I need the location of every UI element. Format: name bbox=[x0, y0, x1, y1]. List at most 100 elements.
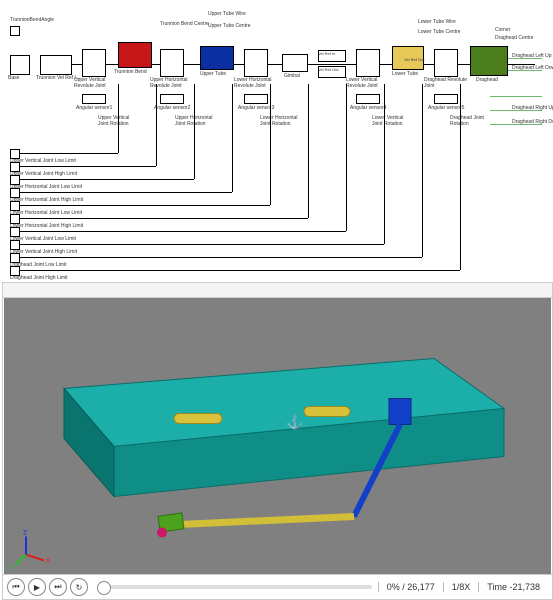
block-trunnion-vel[interactable] bbox=[40, 55, 72, 75]
input-port[interactable]: Lower Horizontal Joint Low Limit bbox=[10, 211, 82, 217]
wire bbox=[232, 84, 233, 192]
slider-knob[interactable] bbox=[97, 581, 111, 595]
label-velrefin: Vel Ref In bbox=[318, 52, 335, 56]
loop-button[interactable]: ↻ bbox=[70, 578, 88, 596]
block-gimbal[interactable] bbox=[282, 54, 308, 72]
frame-readout: 0% / 26,177 bbox=[378, 582, 443, 592]
frame-slider[interactable] bbox=[97, 585, 372, 589]
svg-text:z: z bbox=[23, 528, 27, 537]
label-upper-tube: Upper Tube bbox=[200, 72, 226, 78]
label-lt-wire: Lower Tube Wire bbox=[418, 20, 456, 26]
block-draghead-joint[interactable] bbox=[434, 49, 458, 77]
viewer-toolbar[interactable] bbox=[3, 283, 552, 298]
input-port[interactable]: Lower Horizontal Joint High Limit bbox=[10, 224, 83, 230]
wire bbox=[308, 84, 309, 218]
label-velrefout: Vel Ref Out bbox=[318, 68, 338, 72]
wire bbox=[194, 84, 195, 179]
viewer-window: ⚓ x y z ⏮ ▶ ⏭ ↻ bbox=[2, 282, 553, 600]
rewind-button[interactable]: ⏮ bbox=[7, 578, 25, 596]
label-sensor5: Angular sensor5 bbox=[428, 106, 464, 112]
input-port[interactable]: Lower Vertical Joint High Limit bbox=[10, 250, 77, 256]
wire bbox=[20, 166, 156, 167]
wire bbox=[118, 84, 119, 153]
label-dr-ld: Draghead Left Down Corner bbox=[512, 66, 553, 72]
label-uv-joint: Upper Vertical Revolute Joint bbox=[74, 78, 118, 89]
sensor5[interactable] bbox=[434, 94, 458, 104]
wire bbox=[20, 205, 270, 206]
anchor-icon: ⚓ bbox=[286, 414, 303, 431]
ffwd-button[interactable]: ⏭ bbox=[49, 578, 67, 596]
wire bbox=[20, 244, 384, 245]
input-port[interactable]: Upper Horizontal Joint Low Limit bbox=[10, 185, 82, 191]
sensor4[interactable] bbox=[356, 94, 380, 104]
label-sensor3: Angular sensor3 bbox=[238, 106, 274, 112]
input-port[interactable]: Draghead Joint High Limit bbox=[10, 276, 68, 282]
sensor1[interactable] bbox=[82, 94, 106, 104]
deck-cylinder-1 bbox=[174, 414, 222, 424]
input-port[interactable]: TrunnionBendAngle bbox=[10, 18, 54, 24]
svg-text:y: y bbox=[10, 562, 14, 571]
label-draghead-centre: Draghead Centre bbox=[495, 36, 533, 42]
label-lv-rot: Lower Vertical Joint Rotation bbox=[372, 116, 412, 127]
label-dr-rot: Draghead Joint Rotation bbox=[450, 116, 490, 127]
block-upper-tube[interactable] bbox=[200, 46, 234, 70]
port-icon bbox=[10, 26, 20, 36]
viewer-stage[interactable]: ⚓ x y z bbox=[4, 298, 551, 575]
label-sensor1: Angular sensor1 bbox=[76, 106, 112, 112]
wire bbox=[384, 84, 385, 244]
label-lh-joint: Lower Horizontal Revolute Joint bbox=[234, 78, 282, 89]
block-lh-joint[interactable] bbox=[244, 49, 268, 77]
label-lower-tube: Lower Tube bbox=[392, 72, 418, 78]
hull bbox=[64, 359, 504, 497]
block-draghead[interactable] bbox=[470, 46, 508, 76]
scene-svg: ⚓ x y z bbox=[4, 298, 551, 575]
time-readout: Time -21,738 bbox=[478, 582, 548, 592]
label-uh-joint: Upper Horizontal Revolute Joint bbox=[150, 78, 198, 89]
block-uv-joint[interactable] bbox=[82, 49, 106, 77]
wire bbox=[156, 84, 157, 166]
input-port[interactable]: Upper Horizontal Joint High Limit bbox=[10, 198, 83, 204]
label-lt-centre: Lower Tube Centre bbox=[418, 30, 461, 36]
wire bbox=[20, 153, 118, 154]
label-uh-rot: Upper Horizontal Joint Rotation bbox=[175, 116, 219, 127]
axis-triad: x y z bbox=[10, 528, 50, 571]
draghead-wheel bbox=[157, 528, 167, 538]
block-lv-joint[interactable] bbox=[356, 49, 380, 77]
label-ut-wire: Upper Tube Wire bbox=[208, 12, 246, 18]
play-icon: ▶ bbox=[34, 583, 40, 592]
wire bbox=[270, 84, 271, 205]
label-dr-ru: Draghead Right Up Corner bbox=[512, 106, 553, 112]
label-draghead-joint: Draghead Revolute Joint bbox=[424, 78, 474, 89]
input-port[interactable]: Upper Vertical Joint High Limit bbox=[10, 172, 77, 178]
time-value: -21,738 bbox=[509, 582, 540, 592]
blue-box bbox=[389, 399, 411, 425]
frame-total: 26,177 bbox=[407, 582, 435, 592]
block-diagram: Base Trunnion Vel Ref I... Upper Vertica… bbox=[0, 0, 553, 280]
rewind-icon: ⏮ bbox=[12, 582, 19, 592]
wire bbox=[20, 179, 194, 180]
play-button[interactable]: ▶ bbox=[28, 578, 46, 596]
wire bbox=[460, 84, 461, 270]
wire bbox=[346, 84, 347, 231]
arm-yellow bbox=[179, 517, 354, 525]
loop-icon: ↻ bbox=[76, 583, 83, 592]
label-dr-rd: Draghead Right Down Corner bbox=[512, 120, 553, 126]
label-trunnion-bend: Trunnion Bend bbox=[114, 70, 147, 76]
label-ut-centre: Upper Tube Centre bbox=[208, 24, 251, 30]
label-tb-centre-port: Trunnion Bend Centre bbox=[160, 22, 209, 28]
sensor3[interactable] bbox=[244, 94, 268, 104]
sensor2[interactable] bbox=[160, 94, 184, 104]
block-trunnion-bend[interactable] bbox=[118, 42, 152, 68]
speed-readout[interactable]: 1/8X bbox=[443, 582, 479, 592]
label-base: Base bbox=[8, 76, 19, 82]
label-velrefout2: Vel Ref Out bbox=[404, 58, 424, 62]
block-uh-joint[interactable] bbox=[160, 49, 184, 77]
label-sensor4: Angular sensor4 bbox=[350, 106, 386, 112]
deck-cylinder-2 bbox=[304, 407, 350, 417]
block-base[interactable] bbox=[10, 55, 30, 75]
frame-pos: 0% bbox=[387, 582, 400, 592]
wire bbox=[20, 257, 422, 258]
time-label: Time bbox=[487, 582, 507, 592]
label-draghead: Draghead bbox=[476, 78, 498, 84]
wire bbox=[20, 231, 346, 232]
